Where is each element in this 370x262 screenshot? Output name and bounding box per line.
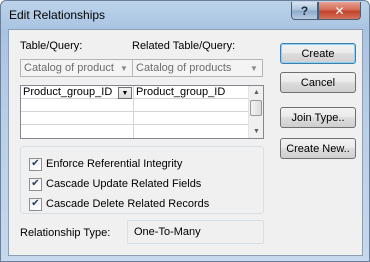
table-query-value: Catalog of product — [24, 62, 114, 74]
cancel-button[interactable]: Cancel — [280, 72, 356, 93]
dialog-body: Table/Query: Related Table/Query: Catalo… — [8, 29, 363, 256]
create-button[interactable]: Create — [280, 43, 356, 64]
help-button[interactable]: ? — [291, 2, 318, 20]
join-type-button[interactable]: Join Type.. — [280, 107, 356, 128]
table-row[interactable]: Product_group_ID ▼ Product_group_ID — [21, 86, 248, 99]
scroll-down-button[interactable]: ▼ — [249, 125, 264, 138]
chevron-down-icon: ▼ — [121, 89, 129, 97]
cascade-update-label: Cascade Update Related Fields — [46, 178, 202, 190]
cascade-delete-checkbox[interactable]: ✔ — [29, 197, 42, 211]
checkmark-icon: ✔ — [31, 158, 40, 169]
integrity-options-group: ✔ Enforce Referential Integrity ✔ Cascad… — [20, 146, 264, 214]
cascade-delete-option[interactable]: ✔ Cascade Delete Related Records — [29, 197, 209, 211]
scroll-thumb[interactable] — [250, 100, 262, 116]
relationship-type-value: One-To-Many — [134, 226, 201, 238]
right-field-cell[interactable] — [134, 112, 248, 125]
left-field-cell[interactable]: Product_group_ID — [21, 86, 117, 99]
chevron-down-icon: ▼ — [250, 63, 258, 73]
related-table-query-value: Catalog of products — [136, 62, 232, 74]
cascade-delete-label: Cascade Delete Related Records — [46, 198, 210, 210]
help-icon: ? — [300, 3, 309, 18]
related-table-query-combo[interactable]: Catalog of products ▼ — [132, 59, 263, 77]
left-field-cell[interactable] — [21, 99, 131, 112]
table-row[interactable] — [21, 125, 248, 138]
table-query-label: Table/Query: — [20, 40, 83, 52]
cascade-update-checkbox[interactable]: ✔ — [29, 177, 42, 191]
relationship-type-box: One-To-Many — [127, 220, 264, 244]
vertical-scrollbar[interactable]: ▲ ▼ — [248, 86, 263, 138]
chevron-down-icon: ▼ — [120, 63, 128, 73]
related-table-query-label: Related Table/Query: — [132, 40, 236, 52]
checkmark-icon: ✔ — [31, 178, 40, 189]
enforce-ri-checkbox[interactable]: ✔ — [29, 157, 42, 171]
right-field-cell[interactable] — [134, 99, 248, 112]
scroll-up-button[interactable]: ▲ — [249, 86, 264, 99]
create-new-button[interactable]: Create New.. — [280, 138, 356, 159]
edit-relationships-dialog: Edit Relationships ? ✕ Table/Query: Rela… — [0, 0, 370, 262]
relationship-type-label: Relationship Type: — [20, 227, 111, 239]
left-field-cell[interactable] — [21, 112, 131, 125]
table-row[interactable] — [21, 99, 248, 112]
chevron-up-icon: ▲ — [253, 89, 260, 96]
title-bar[interactable]: Edit Relationships ? ✕ — [1, 1, 369, 29]
left-field-cell[interactable] — [21, 125, 131, 138]
close-button[interactable]: ✕ — [318, 2, 361, 20]
table-row[interactable] — [21, 112, 248, 125]
field-dropdown-button[interactable]: ▼ — [118, 87, 132, 99]
enforce-ri-option[interactable]: ✔ Enforce Referential Integrity — [29, 157, 182, 171]
checkmark-icon: ✔ — [31, 198, 40, 209]
dialog-title: Edit Relationships — [9, 8, 106, 22]
close-icon: ✕ — [334, 3, 345, 18]
right-field-cell[interactable]: Product_group_ID — [134, 86, 248, 99]
field-mapping-grid[interactable]: Product_group_ID ▼ Product_group_ID ▲ ▼ — [20, 85, 264, 139]
table-query-combo[interactable]: Catalog of product ▼ — [20, 59, 133, 77]
cascade-update-option[interactable]: ✔ Cascade Update Related Fields — [29, 177, 201, 191]
enforce-ri-label: Enforce Referential Integrity — [46, 158, 183, 170]
chevron-down-icon: ▼ — [253, 128, 260, 135]
right-field-cell[interactable] — [134, 125, 248, 138]
